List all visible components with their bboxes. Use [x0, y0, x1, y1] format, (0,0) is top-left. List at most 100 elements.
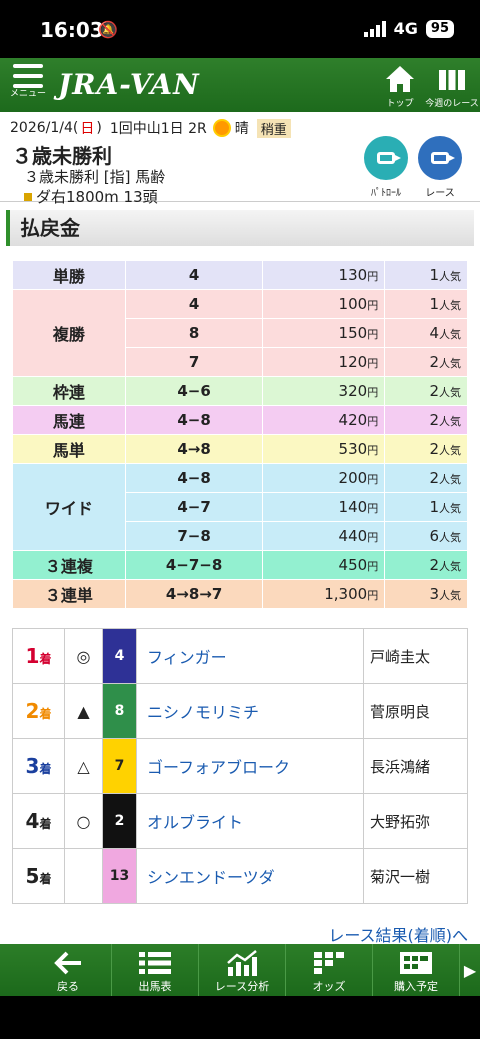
popularity-cell: 2人気	[384, 376, 468, 406]
payout-amount: 150	[338, 324, 368, 342]
nav-analysis-label: レース分析	[214, 980, 270, 993]
payout-amount-cell: 150円	[262, 318, 386, 348]
app-header: メニュー JRA-VAN トップ 今週のレース	[0, 58, 480, 112]
top-button[interactable]: トップ	[380, 64, 420, 109]
popularity-unit: 人気	[439, 357, 461, 370]
nav-back[interactable]: 戻る	[25, 944, 112, 996]
horse-number: 7	[102, 738, 137, 794]
popularity-cell: 6人気	[384, 521, 468, 551]
nav-entries-label: 出馬表	[138, 980, 172, 993]
payout-table: 単勝 4 130円 1人気 複勝 4 100円 1人気 8 150円 4人気 7 120円 2人気 枠連 4−…	[12, 260, 468, 609]
payout-amount: 320	[338, 382, 368, 400]
result-row: 2着 ▲ 8 ニシノモリミチ 菅原明良	[12, 683, 468, 739]
bet-type: ワイド	[12, 463, 126, 551]
combination: 4	[124, 260, 264, 290]
chart-icon	[199, 948, 285, 978]
popularity-cell: 3人気	[384, 579, 468, 609]
prediction-mark	[64, 848, 103, 904]
popularity: 2	[429, 411, 439, 429]
payout-row: 枠連 4−6 320円 2人気	[12, 376, 468, 406]
status-bar: 16:03 🔕 4G 95	[0, 0, 480, 58]
sunny-icon	[214, 121, 229, 135]
combination: 4−7−8	[124, 550, 264, 580]
popularity-unit: 人気	[439, 386, 461, 399]
list-icon	[112, 948, 198, 978]
bet-type: 馬単	[12, 434, 126, 464]
payout-amount: 140	[338, 498, 368, 516]
week-label: 今週のレース	[425, 99, 479, 109]
popularity: 2	[429, 469, 439, 487]
popularity-unit: 人気	[439, 444, 461, 457]
bet-type: ３連単	[12, 579, 126, 609]
bet-type: 複勝	[12, 289, 126, 377]
yen-unit: 円	[367, 473, 379, 486]
yen-unit: 円	[367, 270, 379, 283]
home-icon	[386, 66, 414, 92]
payout-amount: 200	[338, 469, 368, 487]
payout-row: ３連複 4−7−8 450円 2人気	[12, 550, 468, 580]
patrol-label: ﾊﾟﾄﾛｰﾙ	[371, 188, 401, 199]
nav-analysis[interactable]: レース分析	[199, 944, 286, 996]
horse-name-link[interactable]: シンエンドーツダ	[136, 848, 364, 904]
horse-name-link[interactable]: オルブライト	[136, 793, 364, 849]
finish-position: 5着	[12, 848, 65, 904]
week-races-button[interactable]: 今週のレース	[424, 64, 480, 109]
popularity-unit: 人気	[439, 560, 461, 573]
video-icon	[418, 136, 462, 180]
bottom-nav-spacer	[0, 944, 25, 996]
menu-button[interactable]: メニュー	[8, 64, 48, 99]
result-row: 4着 ○ 2 オルブライト 大野拓弥	[12, 793, 468, 849]
yen-unit: 円	[367, 531, 379, 544]
race-video-button[interactable]: レース	[414, 136, 466, 199]
popularity: 2	[429, 382, 439, 400]
payout-row: ３連単 4→8→7 1,300円 3人気	[12, 579, 468, 609]
result-row: 5着 13 シンエンドーツダ 菊沢一樹	[12, 848, 468, 904]
popularity: 2	[429, 440, 439, 458]
yen-unit: 円	[367, 415, 379, 428]
section-title: 払戻金	[6, 210, 474, 246]
payout-amount-cell: 1,300円	[262, 579, 386, 609]
popularity: 4	[429, 324, 439, 342]
popularity-unit: 人気	[439, 299, 461, 312]
horse-name-link[interactable]: フィンガー	[136, 628, 364, 684]
jockey-name: 菊沢一樹	[363, 848, 468, 904]
home-indicator-area	[0, 996, 480, 1039]
going-badge: 稍重	[256, 118, 291, 138]
race-result-link[interactable]: レース結果(着順)へ	[328, 922, 468, 946]
payout-amount-cell: 140円	[262, 492, 386, 522]
payout-row: ワイド 4−8 200円 2人気	[12, 463, 468, 551]
video-icon	[364, 136, 408, 180]
nav-next-arrow-icon[interactable]: ▶	[460, 944, 480, 996]
position-suffix: 着	[39, 707, 52, 721]
nav-purchase-label: 購入予定	[394, 980, 438, 993]
status-time: 16:03	[40, 18, 104, 42]
horse-name-link[interactable]: ゴーフォアブローク	[136, 738, 364, 794]
combination: 4−8	[124, 463, 264, 493]
yen-unit: 円	[367, 357, 379, 370]
nav-odds-label: オッズ	[312, 980, 346, 993]
position-number: 2	[25, 699, 40, 723]
horse-name-link[interactable]: ニシノモリミチ	[136, 683, 364, 739]
weather-label: 晴	[234, 121, 249, 137]
combination: 7−8	[124, 521, 264, 551]
finish-position: 3着	[12, 738, 65, 794]
combination: 4→8→7	[124, 579, 264, 609]
payout-amount-cell: 450円	[262, 550, 386, 580]
back-arrow-icon	[25, 948, 111, 978]
nav-purchase[interactable]: 購入予定	[373, 944, 460, 996]
popularity-unit: 人気	[439, 589, 461, 602]
patrol-button[interactable]: ﾊﾟﾄﾛｰﾙ	[360, 136, 412, 199]
popularity: 2	[429, 353, 439, 371]
jockey-name: 菅原明良	[363, 683, 468, 739]
combination: 7	[124, 347, 264, 377]
prediction-mark: ▲	[64, 683, 103, 739]
results-table: 1着 ◎ 4 フィンガー 戸崎圭太 2着 ▲ 8 ニシノモリミチ 菅原明良 3着…	[12, 628, 468, 904]
top-label: トップ	[386, 99, 414, 109]
payout-amount-cell: 100円	[262, 289, 386, 319]
nav-entries[interactable]: 出馬表	[112, 944, 199, 996]
jockey-name: 長浜鴻緒	[363, 738, 468, 794]
bet-type: 単勝	[12, 260, 126, 290]
payout-amount: 440	[338, 527, 368, 545]
nav-odds[interactable]: オッズ	[286, 944, 373, 996]
payout-row: 馬単 4→8 530円 2人気	[12, 434, 468, 464]
